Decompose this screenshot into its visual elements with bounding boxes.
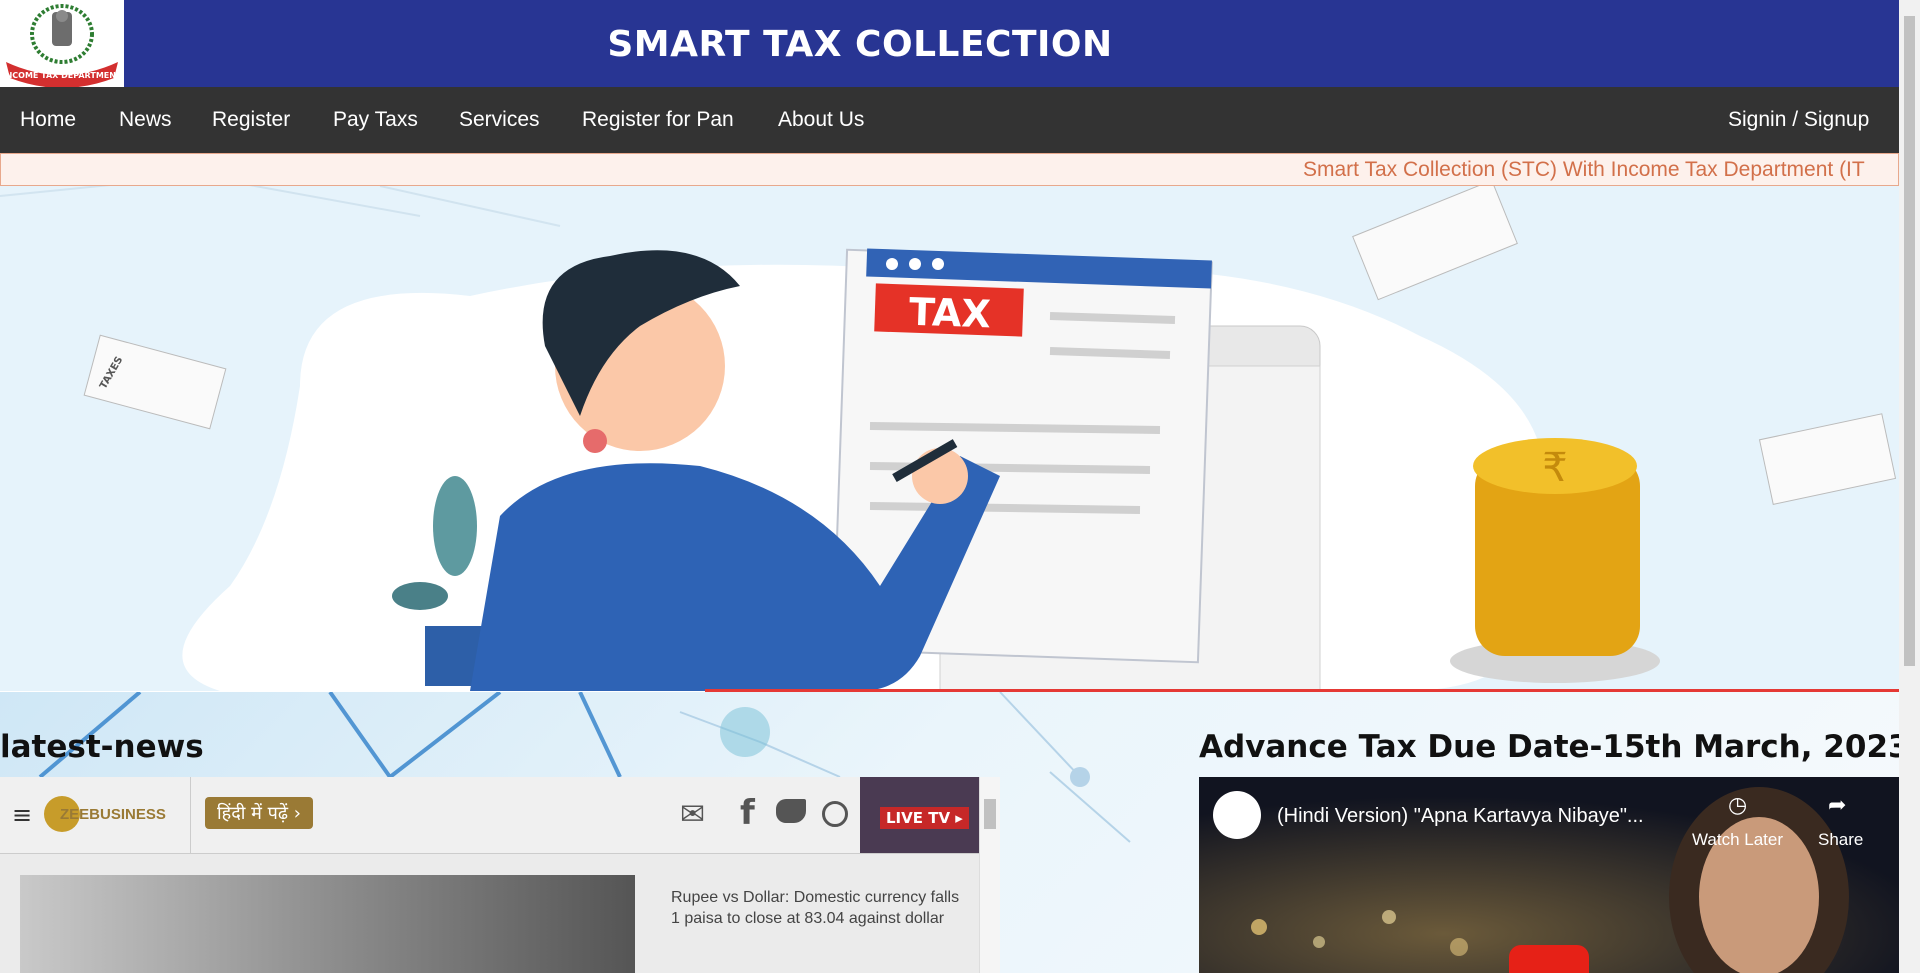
page-scrollbar[interactable] — [1899, 0, 1920, 973]
news-scroll-thumb[interactable] — [984, 799, 996, 829]
bar-divider — [190, 777, 191, 853]
signin-signup-link[interactable]: Signin / Signup — [1728, 108, 1869, 132]
hero-illustration: TAXES TAX ₹ — [0, 186, 1897, 691]
news-scrollbar[interactable] — [979, 777, 1000, 973]
page-scroll-thumb[interactable] — [1904, 16, 1915, 666]
nav-home[interactable]: Home — [20, 108, 76, 132]
share-button[interactable]: Share — [1818, 830, 1863, 850]
channel-avatar[interactable] — [1213, 791, 1261, 839]
hindi-button[interactable]: हिंदी में पढ़ें › — [205, 797, 313, 829]
news-article: Rupee vs Dollar: Domestic currency falls… — [0, 854, 979, 973]
search-icon[interactable] — [822, 801, 848, 827]
article-image[interactable] — [20, 875, 635, 973]
nav-services[interactable]: Services — [459, 108, 540, 132]
article-headline[interactable]: Rupee vs Dollar: Domestic currency falls… — [671, 887, 971, 929]
embedded-news-header: ≡ ZEEBUSINESS हिंदी में पढ़ें › ✉ f LIVE… — [0, 777, 979, 854]
news-embed: ≡ ZEEBUSINESS हिंदी में पढ़ें › ✉ f LIVE… — [0, 777, 979, 973]
facebook-icon[interactable]: f — [740, 793, 755, 833]
tax-paper-left: TAXES — [83, 334, 227, 430]
live-tv-badge: LIVE TV ▸ — [880, 807, 969, 829]
clock-icon[interactable]: ◷ — [1728, 793, 1747, 818]
tax-label: TAX — [908, 290, 991, 337]
ticker-text[interactable]: Smart Tax Collection (STC) With Income T… — [1303, 158, 1865, 182]
rupee-coin-stack: ₹ — [1450, 438, 1660, 683]
menu-icon[interactable]: ≡ — [12, 801, 32, 829]
watch-later-button[interactable]: Watch Later — [1692, 830, 1783, 850]
nav-about-us[interactable]: About Us — [778, 108, 864, 132]
twitter-icon[interactable] — [776, 799, 806, 823]
nav-register[interactable]: Register — [212, 108, 290, 132]
video-title[interactable]: (Hindi Version) "Apna Kartavya Nibaye"..… — [1277, 805, 1644, 828]
hero-banner: TAXES TAX ₹ — [0, 186, 1899, 691]
nav-news[interactable]: News — [119, 108, 172, 132]
youtube-video[interactable]: (Hindi Version) "Apna Kartavya Nibaye"..… — [1199, 777, 1899, 973]
nav-register-for-pan[interactable]: Register for Pan — [582, 108, 734, 132]
share-icon[interactable]: ➦ — [1828, 793, 1846, 818]
advance-tax-heading: Advance Tax Due Date-15th March, 2023 — [1199, 729, 1899, 765]
live-tv-thumbnail[interactable]: LIVE TV ▸ — [860, 777, 979, 853]
site-title: SMART TAX COLLECTION — [607, 24, 1113, 65]
svg-text:₹: ₹ — [1542, 445, 1567, 491]
news-ticker: Smart Tax Collection (STC) With Income T… — [0, 153, 1899, 186]
logo-text: INCOME TAX DEPARTMENT — [3, 71, 122, 80]
nav-pay-taxs[interactable]: Pay Taxs — [333, 108, 418, 132]
mail-icon[interactable]: ✉ — [680, 797, 705, 832]
brand-name[interactable]: ZEEBUSINESS — [60, 806, 166, 823]
main-nav: Home News Register Pay Taxs Services Reg… — [0, 87, 1899, 153]
latest-news-heading: latest-news — [0, 729, 204, 765]
